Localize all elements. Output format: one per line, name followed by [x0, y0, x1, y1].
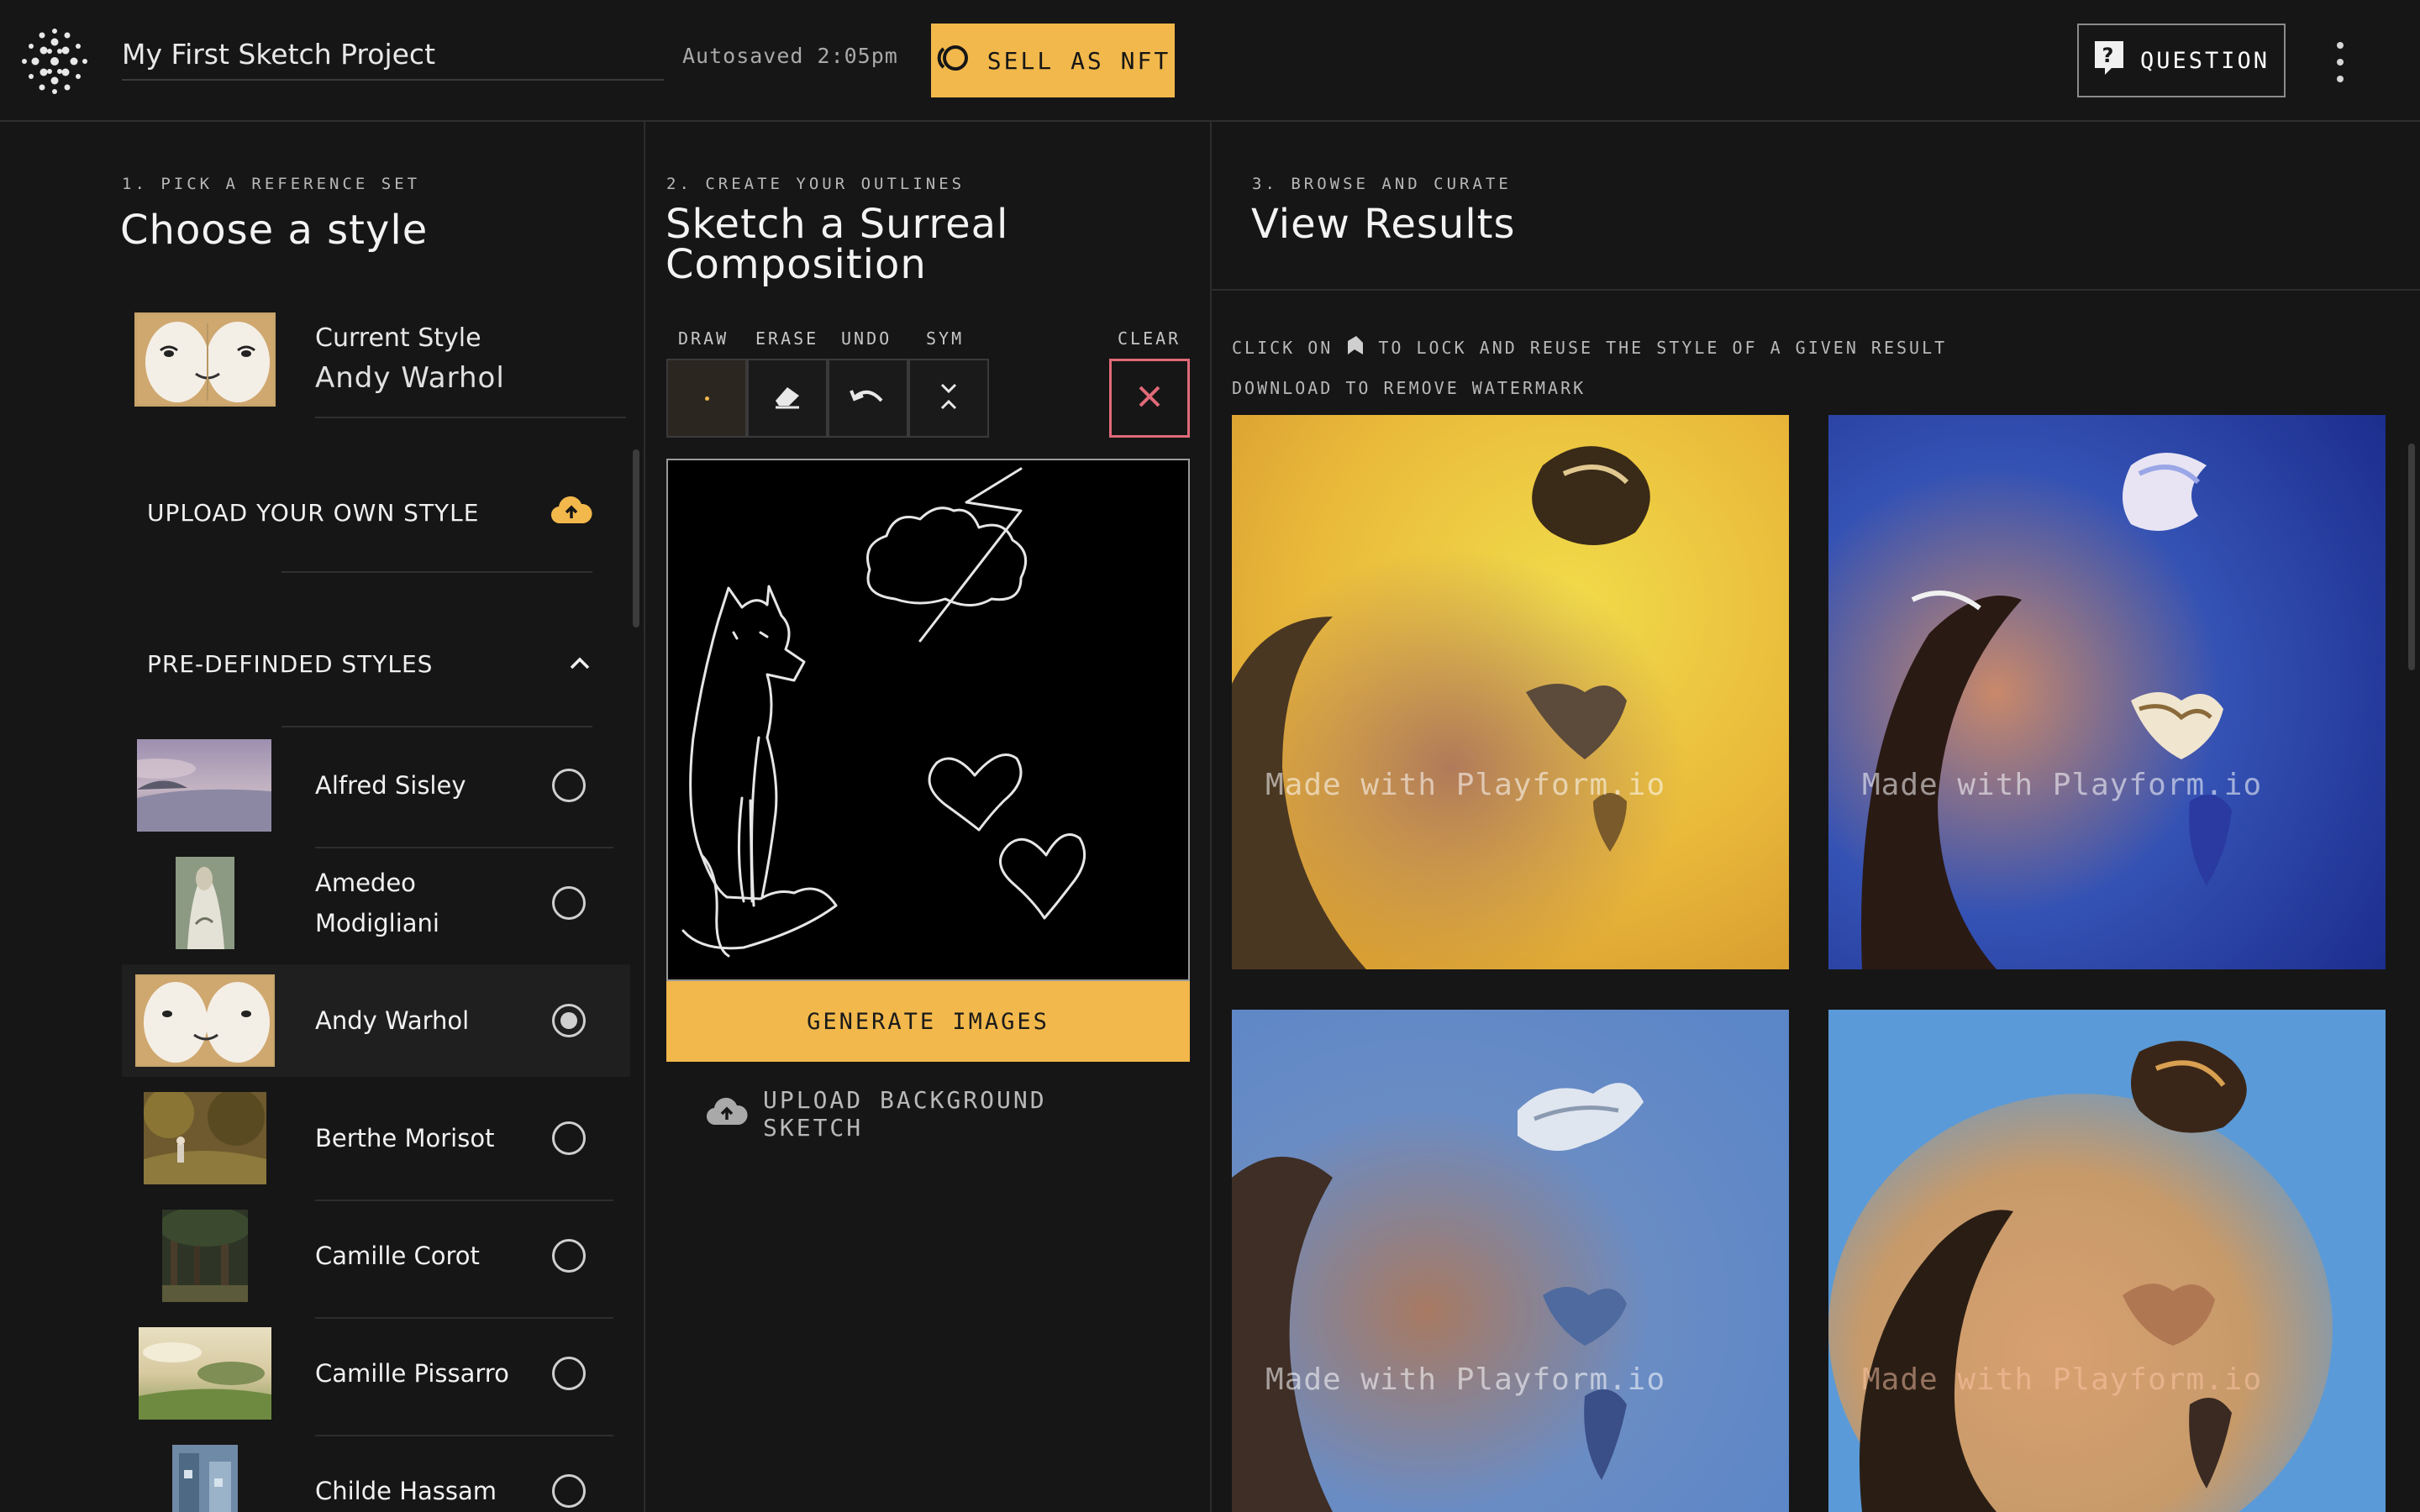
hint-lock-suffix: TO LOCK AND REUSE THE STYLE OF A GIVEN R… [1378, 337, 1948, 358]
result-image[interactable]: Made with Playform.io [1828, 415, 2386, 969]
hint-lock-prefix: CLICK ON [1232, 337, 1334, 358]
question-bubble-icon: ? [2093, 39, 2125, 82]
sell-as-nft-label: SELL AS NFT [986, 46, 1171, 75]
result-image[interactable]: Made with Playform.io [1232, 415, 1789, 969]
upload-background-sketch-button[interactable]: UPLOAD BACKGROUND SKETCH [706, 1086, 1160, 1142]
step-1-label: 1. PICK A REFERENCE SET [122, 175, 421, 193]
draw-tool-button[interactable] [666, 359, 747, 438]
style-option-berthe-morisot[interactable]: Berthe Morisot [122, 1082, 630, 1201]
watermark: Made with Playform.io [1862, 1362, 2263, 1397]
divider [1212, 289, 2420, 291]
alfred-sisley-thumbnail [137, 739, 271, 832]
current-style-label: Current Style [315, 323, 481, 353]
generate-images-button[interactable]: GENERATE IMAGES [666, 981, 1190, 1062]
current-style-thumbnail [134, 312, 276, 407]
style-name: Alfred Sisley [315, 771, 466, 800]
divider [281, 571, 592, 573]
watermark: Made with Playform.io [1862, 768, 2263, 802]
sketch-title: Sketch a Surreal Composition [666, 201, 1009, 288]
brush-dot-icon [704, 396, 709, 401]
column-divider [644, 122, 645, 1512]
style-name: Camille Corot [315, 1242, 480, 1270]
watermark: Made with Playform.io [1265, 768, 1666, 802]
eraser-icon [772, 384, 802, 412]
berthe-morisot-thumbnail [144, 1092, 266, 1184]
clear-tool-label: CLEAR [1118, 328, 1181, 349]
style-option-childe-hassam[interactable]: Childe Hassam [122, 1435, 630, 1512]
result-image[interactable]: Made with Playform.io [1232, 1010, 1789, 1512]
upload-background-sketch-label: UPLOAD BACKGROUND SKETCH [763, 1086, 1047, 1142]
choose-style-title: Choose a style [120, 207, 429, 254]
style-radio[interactable] [552, 1357, 586, 1390]
amedeo-modigliani-thumbnail [176, 857, 234, 949]
style-option-amedeo-modigliani[interactable]: Amedeo Modigliani [122, 847, 630, 966]
bookmark-lock-icon [1344, 334, 1366, 360]
cloud-upload-icon [550, 495, 592, 531]
result-image[interactable]: Made with Playform.io [1828, 1010, 2386, 1512]
upload-own-style-button[interactable]: UPLOAD YOUR OWN STYLE [122, 470, 618, 554]
view-results-title: View Results [1251, 201, 1516, 248]
style-radio[interactable] [552, 886, 586, 920]
sketch-drawing [681, 467, 1086, 958]
divider [281, 726, 592, 727]
download-hint: DOWNLOAD TO REMOVE WATERMARK [1232, 378, 1586, 398]
draw-tool-label: DRAW [678, 328, 729, 349]
style-name: Andy Warhol [315, 1006, 470, 1035]
upload-own-style-label: UPLOAD YOUR OWN STYLE [147, 498, 480, 527]
camille-pissarro-thumbnail [139, 1327, 271, 1420]
divider [315, 417, 626, 418]
lock-style-hint: CLICK ON TO LOCK AND REUSE THE STYLE OF … [1232, 334, 1947, 360]
erase-tool-button[interactable] [747, 359, 828, 438]
style-name: Camille Pissarro [315, 1359, 509, 1388]
style-name: Berthe Morisot [315, 1124, 495, 1152]
undo-tool-button[interactable] [828, 359, 908, 438]
sym-tool-label: SYM [926, 328, 965, 349]
current-style-name: Andy Warhol [315, 361, 505, 395]
undo-icon [850, 386, 886, 411]
nft-ring-icon [935, 44, 974, 78]
style-radio[interactable] [552, 1474, 586, 1508]
watermark: Made with Playform.io [1265, 1362, 1666, 1397]
style-radio[interactable] [552, 1121, 586, 1155]
question-button[interactable]: ? QUESTION [2077, 24, 2286, 97]
symmetry-tool-button[interactable] [908, 359, 989, 438]
clear-canvas-button[interactable] [1109, 359, 1190, 438]
dot-grid-logo-icon[interactable] [17, 24, 92, 99]
style-name: Childe Hassam [315, 1477, 497, 1505]
vertical-dots-icon[interactable] [2328, 42, 2353, 82]
undo-tool-label: UNDO [841, 328, 892, 349]
sidebar-scrollbar[interactable] [633, 449, 639, 627]
style-name: Amedeo Modigliani [315, 869, 439, 937]
step-2-label: 2. CREATE YOUR OUTLINES [666, 175, 965, 193]
andy-warhol-thumbnail [135, 974, 275, 1067]
question-label: QUESTION [2139, 47, 2270, 74]
style-option-camille-pissarro[interactable]: Camille Pissarro [122, 1317, 630, 1436]
sketch-canvas[interactable] [666, 459, 1190, 981]
style-radio[interactable] [552, 769, 586, 802]
sell-as-nft-button[interactable]: SELL AS NFT [931, 24, 1175, 97]
childe-hassam-thumbnail [172, 1445, 238, 1512]
column-divider [1210, 122, 1212, 1512]
style-option-alfred-sisley[interactable]: Alfred Sisley [122, 729, 630, 848]
predefined-styles-label: PRE-DEFINDED STYLES [147, 649, 434, 678]
step-3-label: 3. BROWSE AND CURATE [1252, 175, 1512, 193]
svg-text:?: ? [2102, 44, 2117, 67]
style-option-camille-corot[interactable]: Camille Corot [122, 1200, 630, 1319]
autosave-status: Autosaved 2:05pm [682, 44, 898, 68]
style-radio[interactable] [552, 1239, 586, 1273]
predefined-styles-toggle[interactable]: PRE-DEFINDED STYLES [122, 622, 618, 706]
project-title-input[interactable]: My First Sketch Project [122, 30, 664, 81]
erase-tool-label: ERASE [755, 328, 819, 349]
symmetry-icon [939, 380, 959, 417]
results-scrollbar[interactable] [2408, 444, 2415, 670]
style-radio-selected[interactable] [552, 1004, 586, 1037]
chevron-up-icon [567, 650, 592, 678]
close-icon [1136, 383, 1163, 413]
cloud-upload-icon [706, 1096, 748, 1132]
style-option-andy-warhol[interactable]: Andy Warhol [122, 964, 630, 1077]
camille-corot-thumbnail [162, 1210, 248, 1302]
top-bar: My First Sketch Project Autosaved 2:05pm… [0, 0, 2420, 122]
